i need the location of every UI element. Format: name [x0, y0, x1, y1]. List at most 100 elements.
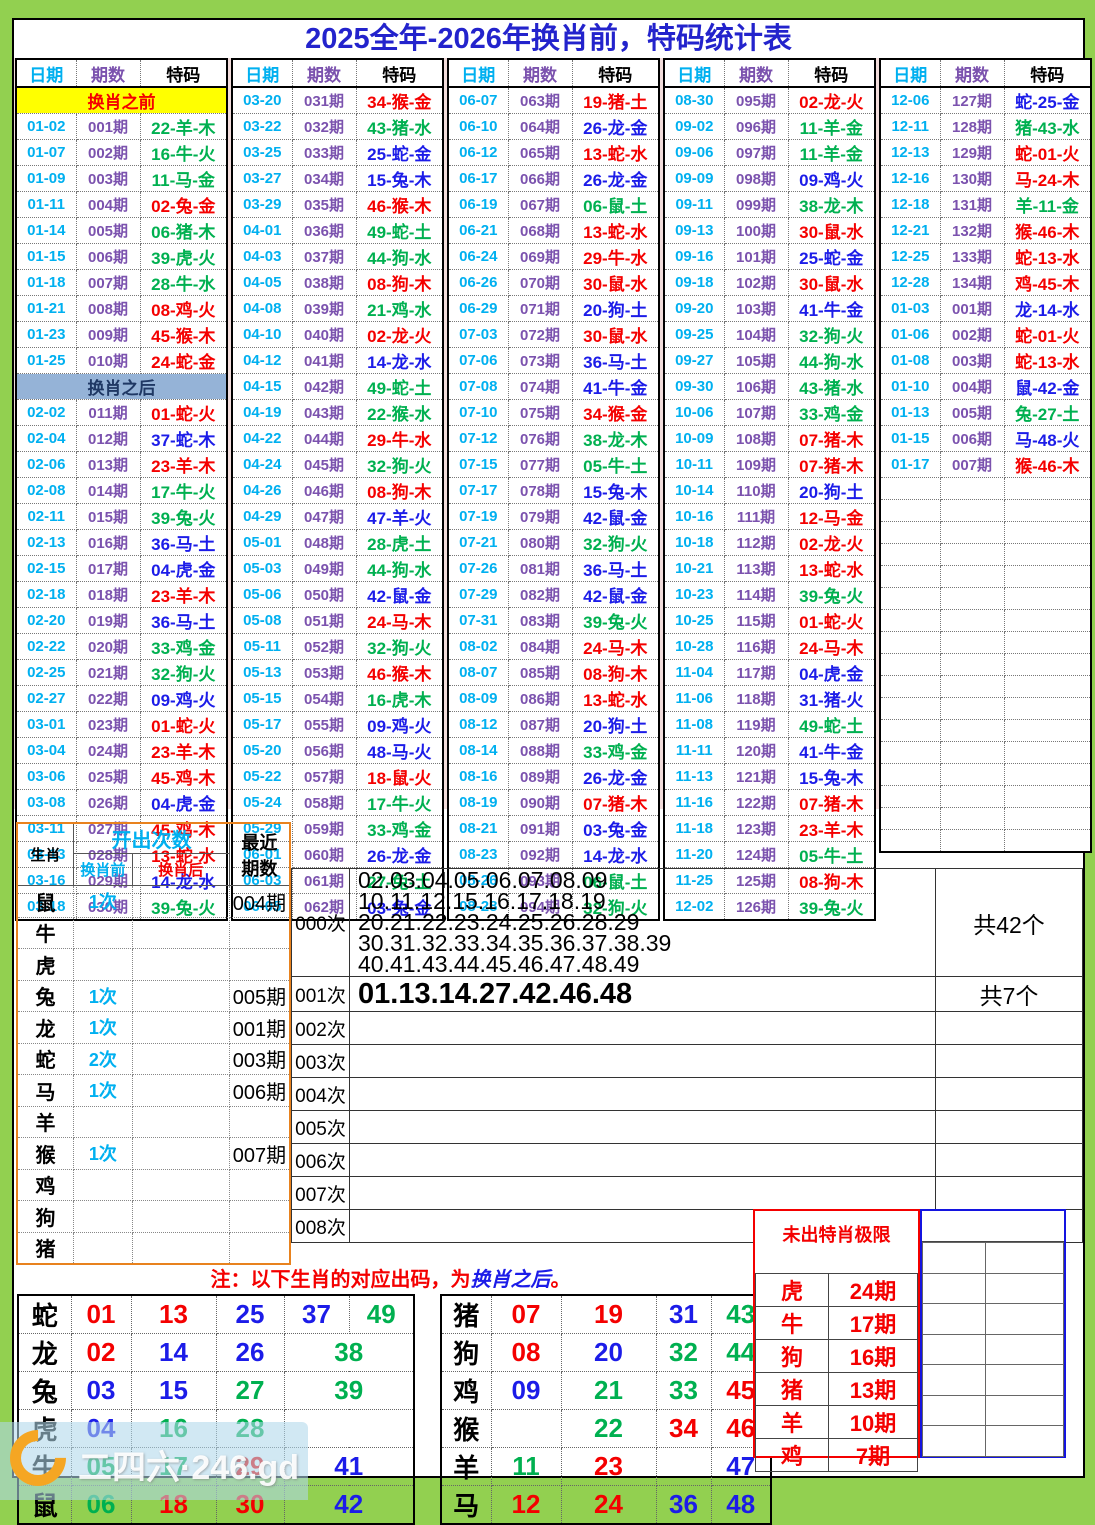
code-cell: 20-狗-土	[571, 295, 660, 322]
code-cell: 15-兔-木	[571, 477, 660, 504]
watermark-logo-icon	[0, 1418, 78, 1498]
period-cell: 113期	[723, 555, 789, 582]
number-cell: 38	[283, 1333, 415, 1372]
date-header: 日期	[232, 59, 292, 88]
empty-cell	[985, 1303, 1064, 1335]
code-header: 特码	[355, 59, 443, 88]
table-row: 02-06 013期 23-羊-木	[15, 451, 228, 478]
period-cell: 090期	[507, 789, 573, 816]
code-cell: 11-羊-金	[787, 113, 876, 140]
code-cell: 马-24-木	[1003, 165, 1092, 192]
period-cell: 054期	[291, 685, 357, 712]
period-cell: 019期	[75, 607, 141, 634]
empty-cell	[985, 1333, 1064, 1366]
date-cell: 04-01	[231, 217, 293, 244]
period-cell: 106期	[723, 373, 789, 400]
date-cell: 02-20	[15, 607, 77, 634]
date-cell: 05-17	[231, 711, 293, 738]
period-cell: 001期	[75, 113, 141, 140]
date-cell: 04-15	[231, 373, 293, 400]
zodiac-cell: 猴	[440, 1409, 492, 1448]
stats-recent-cell	[228, 948, 291, 981]
table-row: 01-23 009期 45-猴-木	[15, 321, 228, 348]
code-cell: 05-牛-土	[571, 451, 660, 478]
period-cell: 057期	[291, 763, 357, 790]
code-cell: 兔-27-土	[1003, 399, 1092, 426]
stats-row: 狗	[16, 1200, 291, 1233]
period-cell: 082期	[507, 581, 573, 608]
table-row: 03-22 032期 43-猪-水	[231, 113, 444, 140]
period-cell: 006期	[75, 243, 141, 270]
code-cell: 32-狗-火	[355, 633, 444, 660]
date-cell: 04-22	[231, 425, 293, 452]
date-cell: 04-24	[231, 451, 293, 478]
code-cell: 33-鸡-金	[571, 737, 660, 764]
period-cell	[939, 697, 1005, 720]
code-cell: 01-蛇-火	[787, 607, 876, 634]
table-row: 12-25 133期 蛇-13-水	[879, 243, 1092, 270]
note-prefix: 注：以下生肖的对应出码，为	[210, 1269, 471, 1291]
table-row: 06-12 065期 13-蛇-水	[447, 139, 660, 166]
period-cell: 095期	[723, 86, 789, 114]
period-cell: 074期	[507, 373, 573, 400]
group-header-row: 日期 期数 特码	[448, 59, 659, 88]
code-cell: 45-猴-木	[139, 321, 228, 348]
table-row: 03-01 023期 01-蛇-火	[15, 711, 228, 738]
stats-recent-cell: 003期	[228, 1042, 291, 1075]
code-cell: 30-鼠-水	[787, 269, 876, 296]
code-cell: 07-猪-木	[787, 789, 876, 816]
period-cell: 020期	[75, 633, 141, 660]
table-row: 05-08 051期 24-马-木	[231, 607, 444, 634]
number-cell: 20	[560, 1333, 657, 1372]
date-cell: 01-23	[15, 321, 77, 348]
date-header: 日期	[880, 59, 940, 88]
date-cell: 11-08	[663, 711, 725, 738]
table-row: 10-14 110期 20-狗-土	[663, 477, 876, 504]
table-row: 03-04 024期 23-羊-木	[15, 737, 228, 764]
date-header: 日期	[664, 59, 724, 88]
date-header: 日期	[16, 59, 76, 88]
code-cell: 41-牛-金	[787, 295, 876, 322]
stats-before-cell	[73, 916, 133, 949]
code-header: 特码	[139, 59, 227, 88]
code-cell	[1003, 521, 1092, 544]
date-cell: 08-02	[447, 633, 509, 660]
frequency-label-cell: 004次	[291, 1077, 350, 1111]
limit-box-title: 未出特肖极限	[782, 1225, 891, 1245]
code-cell: 26-龙-金	[571, 165, 660, 192]
date-cell: 02-08	[15, 477, 77, 504]
code-cell: 49-蛇-土	[787, 711, 876, 738]
date-cell: 01-09	[15, 165, 77, 192]
code-cell: 32-狗-火	[787, 321, 876, 348]
code-cell: 39-虎-火	[139, 243, 228, 270]
empty-cell	[922, 1242, 986, 1274]
date-cell: 01-25	[15, 347, 77, 374]
period-cell: 075期	[507, 399, 573, 426]
number-cell: 48	[710, 1485, 772, 1525]
table-row: 01-10 004期 鼠-42-金	[879, 373, 1092, 400]
code-cell: 30-鼠-水	[571, 269, 660, 296]
date-cell: 09-27	[663, 347, 725, 374]
number-cell: 34	[655, 1409, 712, 1448]
period-cell: 128期	[939, 113, 1005, 140]
code-header: 特码	[571, 59, 659, 88]
table-row: 05-13 053期 46-猴-木	[231, 659, 444, 686]
number-cell: 02	[70, 1333, 132, 1372]
frequency-count-cell	[935, 1176, 1083, 1210]
period-cell: 052期	[291, 633, 357, 660]
table-row	[879, 521, 1092, 544]
period-cell: 108期	[723, 425, 789, 452]
code-cell: 13-蛇-水	[787, 555, 876, 582]
code-cell: 04-虎-金	[787, 659, 876, 686]
period-header: 期数	[507, 59, 572, 88]
stats-row: 鼠 1次 004期	[16, 885, 291, 918]
code-cell: 36-马-土	[571, 347, 660, 374]
period-cell: 042期	[291, 373, 357, 400]
period-cell: 129期	[939, 139, 1005, 166]
table-row: 05-11 052期 32-狗-火	[231, 633, 444, 660]
period-cell: 031期	[291, 86, 357, 114]
table-row: 12-21 132期 猴-46-木	[879, 217, 1092, 244]
number-cell: 31	[655, 1294, 712, 1334]
period-cell: 077期	[507, 451, 573, 478]
code-cell: 24-蛇-金	[139, 347, 228, 374]
